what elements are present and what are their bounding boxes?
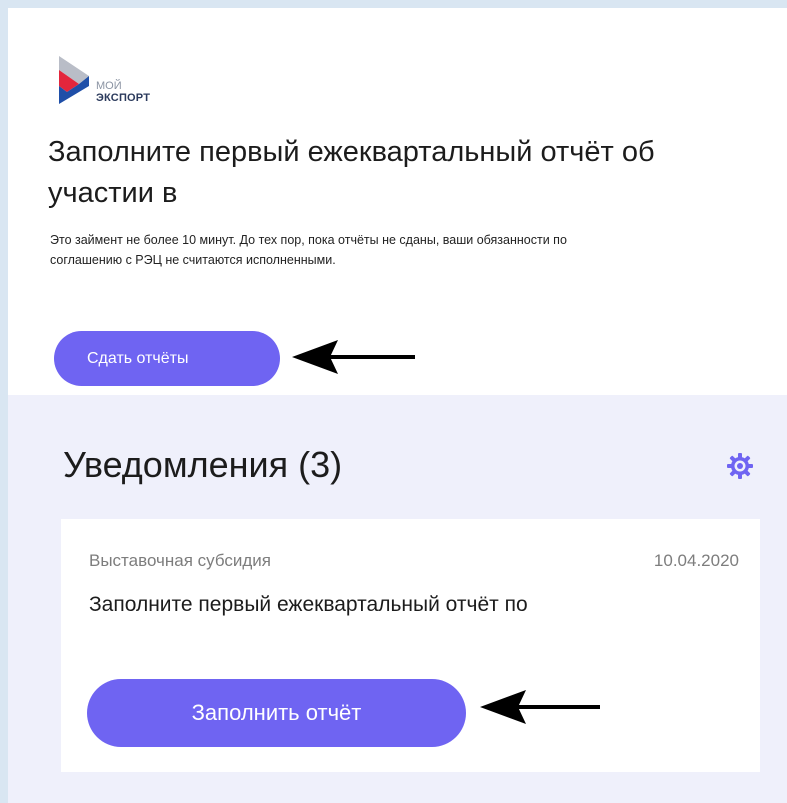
arrow-left-icon bbox=[292, 340, 415, 374]
logo-line-2: ЭКСПОРТ bbox=[96, 92, 151, 104]
fill-report-button[interactable]: Заполнить отчёт bbox=[87, 679, 466, 747]
report-banner: МОЙ ЭКСПОРТ Заполните первый ежекварталь… bbox=[8, 8, 787, 395]
logo-text: МОЙ ЭКСПОРТ bbox=[96, 80, 150, 104]
submit-reports-button[interactable]: Сдать отчёты bbox=[54, 331, 280, 386]
moi-eksport-logo[interactable]: МОЙ ЭКСПОРТ bbox=[53, 54, 193, 124]
banner-description: Это займент не более 10 минут. До тех по… bbox=[50, 233, 567, 267]
notification-card: Выставочная субсидия 10.04.2020 Заполнит… bbox=[61, 519, 760, 772]
arrow-left-icon bbox=[480, 690, 600, 724]
notifications-panel: Уведомления (3) Выставочная субсидия 10.… bbox=[8, 395, 787, 803]
notifications-title: Уведомления (3) bbox=[63, 444, 343, 485]
notification-category: Выставочная субсидия bbox=[89, 551, 272, 570]
gear-icon[interactable] bbox=[726, 452, 754, 480]
logo-line-1: МОЙ bbox=[96, 80, 122, 92]
banner-title: Заполните первый ежеквартальный отчёт об… bbox=[48, 136, 655, 209]
notification-date: 10.04.2020 bbox=[653, 551, 739, 570]
logo-mark-icon bbox=[59, 56, 89, 104]
notification-text: Заполните первый ежеквартальный отчёт по bbox=[89, 593, 528, 616]
